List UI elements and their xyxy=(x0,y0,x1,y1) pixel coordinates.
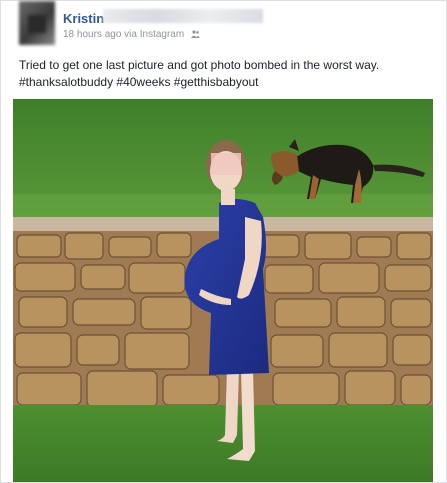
caption-text: Tried to get one last picture and got ph… xyxy=(19,58,380,72)
friends-icon[interactable] xyxy=(190,30,200,38)
profile-avatar[interactable] xyxy=(19,1,55,45)
post-caption: Tried to get one last picture and got ph… xyxy=(19,57,434,91)
blurred-surname xyxy=(103,9,263,23)
caption-hashtags[interactable]: #thanksalotbuddy #40weeks #getthisbabyou… xyxy=(19,74,434,91)
author-name[interactable]: Kristin xyxy=(63,11,104,26)
blurred-face xyxy=(211,153,241,175)
post-source: via Instagram xyxy=(124,29,185,40)
facebook-post: Kristin 18 hours ago via Instagram Tried… xyxy=(0,0,447,483)
post-photo[interactable] xyxy=(13,99,433,482)
post-header: Kristin 18 hours ago via Instagram xyxy=(1,1,446,49)
lower-lawn xyxy=(13,405,433,482)
post-timestamp[interactable]: 18 hours ago xyxy=(63,29,121,40)
photo-illustration xyxy=(13,99,433,482)
post-meta: 18 hours ago via Instagram xyxy=(63,29,200,40)
